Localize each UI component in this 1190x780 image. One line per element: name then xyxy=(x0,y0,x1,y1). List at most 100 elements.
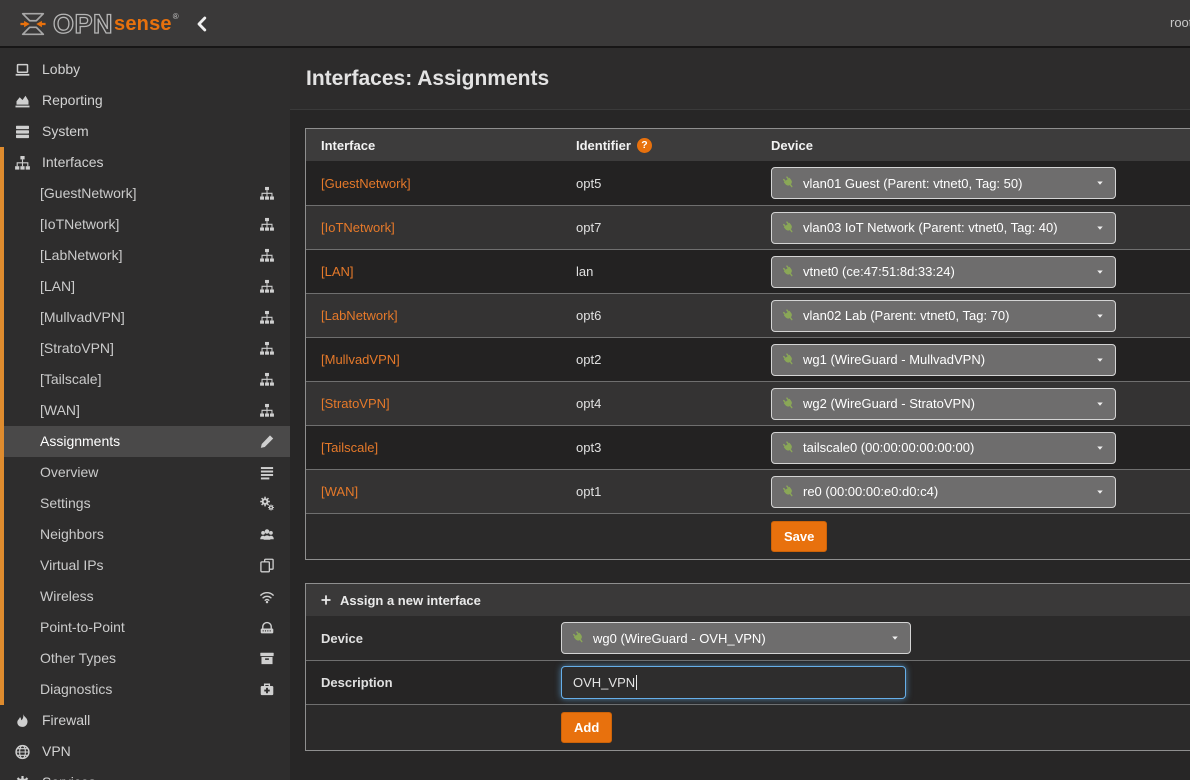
panel-header: Assign a new interface xyxy=(306,584,1190,616)
sidebar-item-firewall[interactable]: Firewall xyxy=(0,705,290,736)
identifier-value: opt1 xyxy=(561,484,756,499)
interface-link[interactable]: [LAN] xyxy=(321,264,354,279)
sidebar-item-vpn[interactable]: VPN xyxy=(0,736,290,767)
device-select[interactable]: wg2 (WireGuard - StratoVPN) xyxy=(771,388,1116,420)
device-select[interactable]: vlan02 Lab (Parent: vtnet0, Tag: 70) xyxy=(771,300,1116,332)
sidebar-item-wireless[interactable]: Wireless xyxy=(4,581,290,612)
device-select[interactable]: vlan01 Guest (Parent: vtnet0, Tag: 50) xyxy=(771,167,1116,199)
brand-logo[interactable]: OPNsense® xyxy=(16,8,178,40)
device-select[interactable]: vlan03 IoT Network (Parent: vtnet0, Tag:… xyxy=(771,212,1116,244)
copy-icon xyxy=(259,558,275,573)
sidebar-item-lobby[interactable]: Lobby xyxy=(0,54,290,85)
new-device-select[interactable]: wg0 (WireGuard - OVH_VPN) xyxy=(561,622,911,654)
table-row: [IoTNetwork] opt7 vlan03 IoT Network (Pa… xyxy=(306,205,1190,249)
identifier-value: opt7 xyxy=(561,220,756,235)
sidebar-item-label: [IoTNetwork] xyxy=(40,209,259,240)
device-select-value: wg1 (WireGuard - MullvadVPN) xyxy=(803,352,1087,367)
interface-link[interactable]: [Tailscale] xyxy=(321,440,378,455)
sidebar-item-tailscale[interactable]: [Tailscale] xyxy=(4,364,290,395)
sidebar-item-services[interactable]: Services xyxy=(0,767,290,780)
plug-icon xyxy=(782,265,796,279)
device-select[interactable]: vtnet0 (ce:47:51:8d:33:24) xyxy=(771,256,1116,288)
sidebar-item-diagnostics[interactable]: Diagnostics xyxy=(4,674,290,705)
sidebar-item-guest-network[interactable]: [GuestNetwork] xyxy=(4,178,290,209)
sidebar-item-label: [Tailscale] xyxy=(40,364,259,395)
interface-link[interactable]: [GuestNetwork] xyxy=(321,176,411,191)
sidebar-item-point-to-point[interactable]: Point-to-Point xyxy=(4,612,290,643)
brand-text-opn: OPN xyxy=(53,9,113,40)
sidebar-item-strato-vpn[interactable]: [StratoVPN] xyxy=(4,333,290,364)
caret-down-icon xyxy=(1095,312,1105,320)
page-title: Interfaces: Assignments xyxy=(306,48,1190,110)
sidebar-item-overview[interactable]: Overview xyxy=(4,457,290,488)
column-header-device: Device xyxy=(756,138,1190,153)
new-device-select-value: wg0 (WireGuard - OVH_VPN) xyxy=(593,631,882,646)
registered-mark: ® xyxy=(173,12,179,21)
interface-link[interactable]: [IoTNetwork] xyxy=(321,220,395,235)
identifier-value: opt2 xyxy=(561,352,756,367)
sidebar-item-wan[interactable]: [WAN] xyxy=(4,395,290,426)
brand-text-sense: sense xyxy=(114,13,172,36)
table-row: [GuestNetwork] opt5 vlan01 Guest (Parent… xyxy=(306,161,1190,205)
table-footer-row: Save xyxy=(306,513,1190,559)
sidebar-item-mullvad-vpn[interactable]: [MullvadVPN] xyxy=(4,302,290,333)
navbar-username[interactable]: root xyxy=(1170,15,1190,30)
medkit-icon xyxy=(259,682,275,697)
identifier-value: opt6 xyxy=(561,308,756,323)
sidebar-item-assignments[interactable]: Assignments xyxy=(4,426,290,457)
sidebar-item-label: System xyxy=(42,116,89,147)
sidebar-item-reporting[interactable]: Reporting xyxy=(0,85,290,116)
sidebar-item-virtual-ips[interactable]: Virtual IPs xyxy=(4,550,290,581)
chevron-left-icon[interactable] xyxy=(194,16,210,32)
opnsense-logo-icon xyxy=(16,9,50,39)
sidebar-item-other-types[interactable]: Other Types xyxy=(4,643,290,674)
interface-link[interactable]: [WAN] xyxy=(321,484,358,499)
caret-down-icon xyxy=(890,634,900,642)
description-label: Description xyxy=(306,675,561,690)
save-button[interactable]: Save xyxy=(771,521,827,552)
sidebar: Lobby Reporting System Interfaces [Guest… xyxy=(0,48,290,780)
interface-link[interactable]: [StratoVPN] xyxy=(321,396,390,411)
add-row: Add xyxy=(306,704,1190,750)
sidebar-item-settings[interactable]: Settings xyxy=(4,488,290,519)
pencil-icon xyxy=(259,434,275,449)
question-circle-icon[interactable]: ? xyxy=(637,138,652,153)
description-row: Description OVH_VPN xyxy=(306,660,1190,704)
sidebar-item-lan[interactable]: [LAN] xyxy=(4,271,290,302)
add-button[interactable]: Add xyxy=(561,712,612,743)
device-select-value: vlan02 Lab (Parent: vtnet0, Tag: 70) xyxy=(803,308,1087,323)
table-row: [MullvadVPN] opt2 wg1 (WireGuard - Mullv… xyxy=(306,337,1190,381)
identifier-value: opt3 xyxy=(561,440,756,455)
sidebar-item-label: Diagnostics xyxy=(40,674,259,705)
sidebar-section-interfaces: Interfaces [GuestNetwork] [IoTNetwork] [… xyxy=(0,147,290,705)
device-select[interactable]: wg1 (WireGuard - MullvadVPN) xyxy=(771,344,1116,376)
caret-down-icon xyxy=(1095,488,1105,496)
device-select-value: re0 (00:00:00:e0:d0:c4) xyxy=(803,484,1087,499)
sidebar-item-label: [GuestNetwork] xyxy=(40,178,259,209)
interface-link[interactable]: [LabNetwork] xyxy=(321,308,398,323)
description-input[interactable]: OVH_VPN xyxy=(561,666,906,699)
sidebar-item-label: [LAN] xyxy=(40,271,259,302)
caret-down-icon xyxy=(1095,268,1105,276)
sidebar-item-iot-network[interactable]: [IoTNetwork] xyxy=(4,209,290,240)
wifi-icon xyxy=(259,589,275,604)
sitemap-icon xyxy=(259,341,275,356)
caret-down-icon xyxy=(1095,400,1105,408)
device-select[interactable]: re0 (00:00:00:e0:d0:c4) xyxy=(771,476,1116,508)
plug-icon xyxy=(782,485,796,499)
sitemap-icon xyxy=(259,217,275,232)
sidebar-item-neighbors[interactable]: Neighbors xyxy=(4,519,290,550)
sidebar-item-label: Interfaces xyxy=(42,147,103,178)
sidebar-item-label: Other Types xyxy=(40,643,259,674)
interface-link[interactable]: [MullvadVPN] xyxy=(321,352,400,367)
device-select-value: wg2 (WireGuard - StratoVPN) xyxy=(803,396,1087,411)
device-label: Device xyxy=(306,631,561,646)
device-select[interactable]: tailscale0 (00:00:00:00:00:00) xyxy=(771,432,1116,464)
content-header: Interfaces: Assignments xyxy=(290,48,1190,110)
laptop-icon xyxy=(14,62,31,78)
sidebar-item-lab-network[interactable]: [LabNetwork] xyxy=(4,240,290,271)
sidebar-item-system[interactable]: System xyxy=(0,116,290,147)
sidebar-item-label: Virtual IPs xyxy=(40,550,259,581)
sidebar-item-interfaces[interactable]: Interfaces xyxy=(4,147,290,178)
fire-icon xyxy=(14,713,31,729)
